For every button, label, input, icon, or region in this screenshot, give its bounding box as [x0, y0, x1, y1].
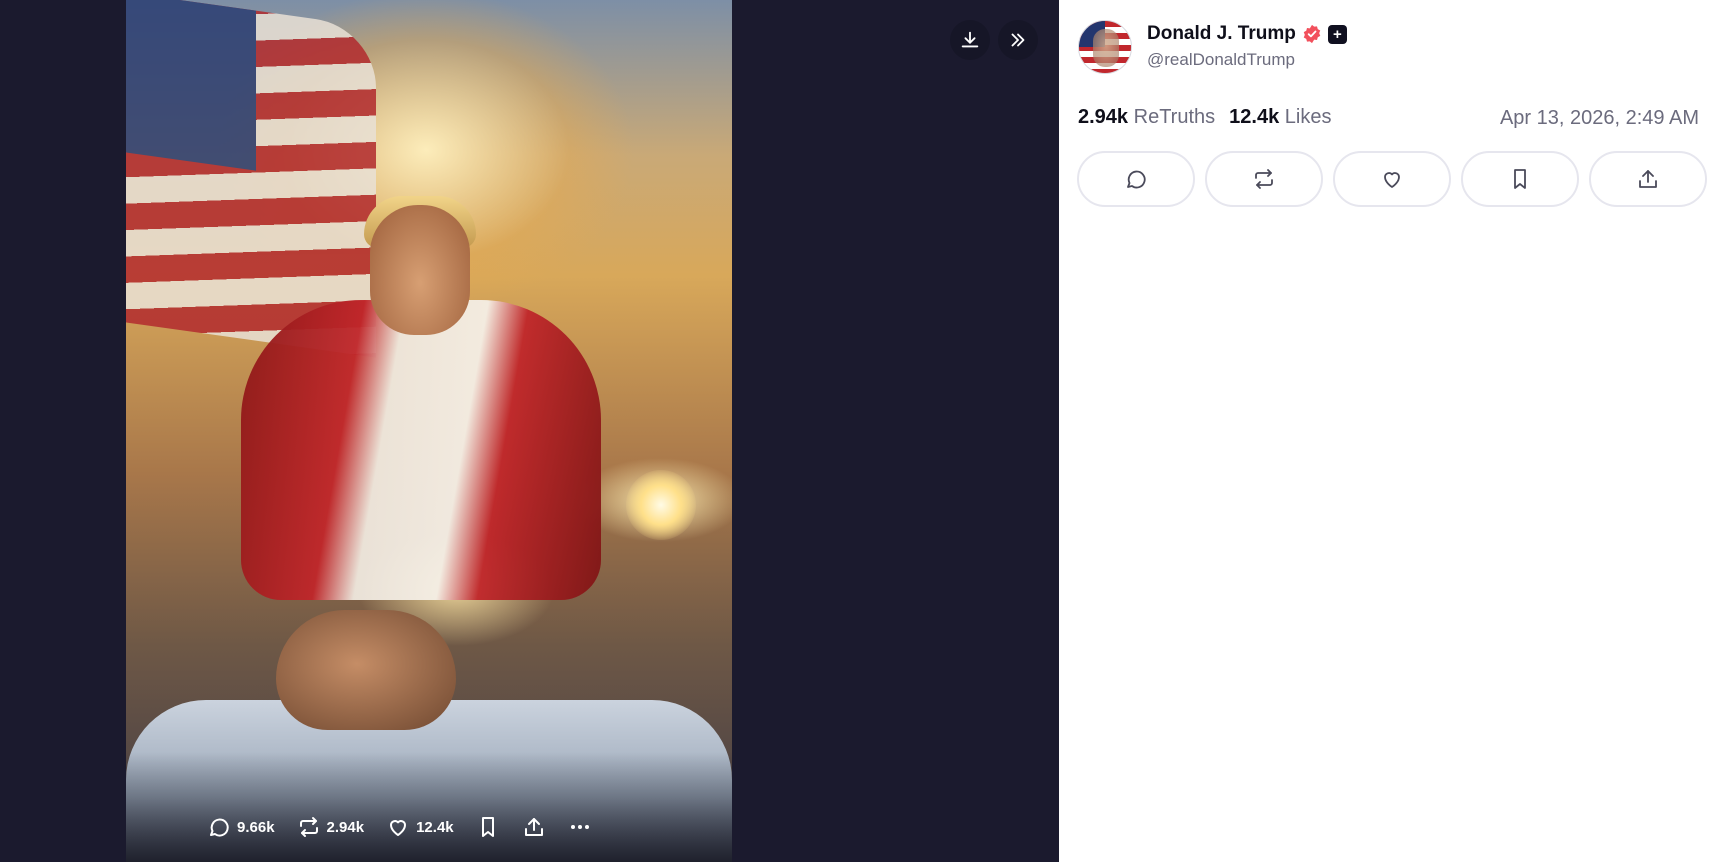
download-icon: [961, 31, 979, 48]
image-figure-robe: [241, 300, 601, 600]
image-light-glow: [626, 470, 696, 540]
like-icon: [390, 820, 407, 836]
more-button[interactable]: [568, 815, 592, 839]
author-handle[interactable]: @realDonaldTrump: [1147, 50, 1295, 70]
more-icon: [570, 825, 589, 829]
media-action-bar: 9.66k 2.94k 12.4k: [207, 812, 614, 842]
download-button[interactable]: [950, 20, 990, 60]
retruth-icon: [299, 817, 318, 837]
share-button[interactable]: [522, 815, 546, 839]
post-image[interactable]: [126, 0, 732, 862]
share-icon: [524, 818, 543, 836]
share-button[interactable]: [1589, 151, 1707, 207]
bookmark-button[interactable]: [1461, 151, 1579, 207]
reply-count: 9.66k: [237, 818, 275, 836]
retruths-stat[interactable]: 2.94k ReTruths: [1078, 106, 1215, 129]
retruth-count: 2.94k: [326, 818, 365, 836]
author-name[interactable]: Donald J. Trump: [1147, 23, 1296, 45]
bookmark-icon: [1514, 169, 1526, 189]
image-patient: [276, 610, 456, 730]
author-name-row: Donald J. Trump +: [1147, 23, 1347, 45]
post-action-bar: [1077, 151, 1707, 207]
post-stats: 2.94k ReTruths 12.4k Likes: [1078, 106, 1331, 129]
reply-icon: [1127, 170, 1146, 189]
retruths-label: ReTruths: [1133, 106, 1216, 128]
like-icon: [1384, 172, 1400, 188]
likes-stat[interactable]: 12.4k Likes: [1229, 106, 1331, 129]
post-timestamp: Apr 13, 2026, 2:49 AM: [1499, 107, 1699, 129]
avatar[interactable]: [1078, 20, 1132, 74]
likes-count: 12.4k: [1229, 106, 1280, 128]
retruth-button[interactable]: [1205, 151, 1323, 207]
bookmark-button[interactable]: [476, 815, 500, 839]
image-figure-head: [370, 205, 470, 335]
reply-icon: [210, 818, 229, 837]
bookmark-icon: [481, 817, 494, 837]
retruth-icon: [1255, 169, 1273, 189]
expand-icon: [1011, 33, 1025, 47]
like-button[interactable]: [1333, 151, 1451, 207]
post-detail-panel: Donald J. Trump + @realDonaldTrump 2.94k…: [1059, 0, 1711, 862]
likes-label: Likes: [1284, 106, 1332, 128]
like-count: 12.4k: [416, 818, 454, 836]
plus-badge-icon: +: [1327, 24, 1347, 44]
media-viewer: 9.66k 2.94k 12.4k: [0, 0, 1059, 862]
retruths-count: 2.94k: [1078, 106, 1129, 128]
reply-button[interactable]: 9.66k: [207, 815, 275, 839]
share-icon: [1639, 170, 1657, 188]
reply-button[interactable]: [1077, 151, 1195, 207]
retruth-button[interactable]: 2.94k: [297, 815, 365, 839]
expand-button[interactable]: [998, 20, 1038, 60]
like-button[interactable]: 12.4k: [386, 815, 454, 839]
verified-badge-icon: [1303, 24, 1321, 44]
